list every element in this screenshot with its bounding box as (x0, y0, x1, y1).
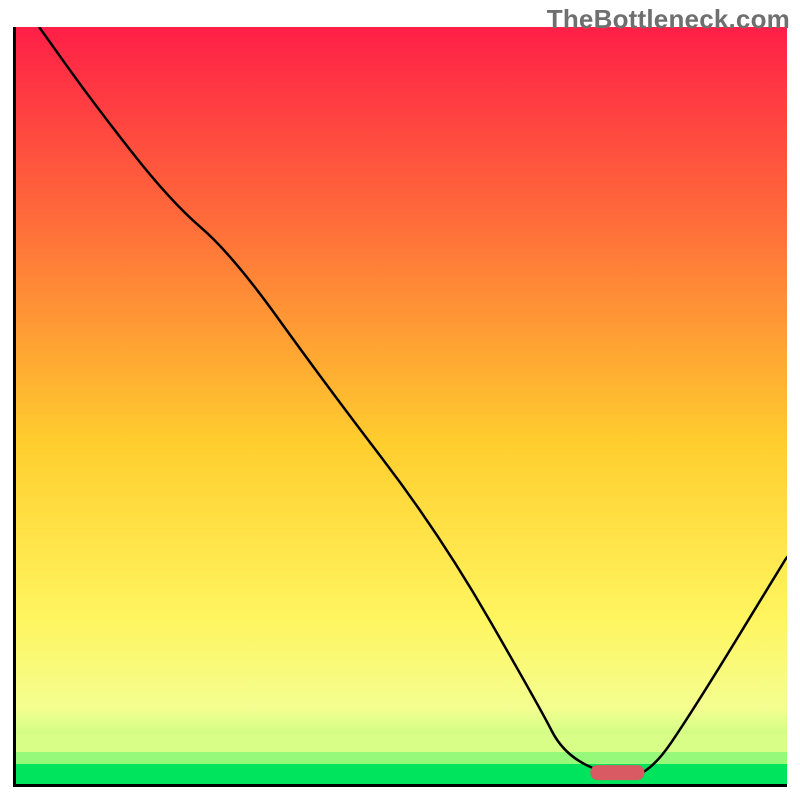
chart-svg (16, 27, 787, 784)
band-green (16, 764, 787, 784)
optimum-marker (590, 765, 644, 780)
plot-area (13, 27, 787, 787)
watermark-text: TheBottleneck.com (547, 4, 790, 35)
chart-frame: TheBottleneck.com (0, 0, 800, 800)
gradient-background (16, 27, 787, 784)
band-lightgreen (16, 752, 787, 764)
